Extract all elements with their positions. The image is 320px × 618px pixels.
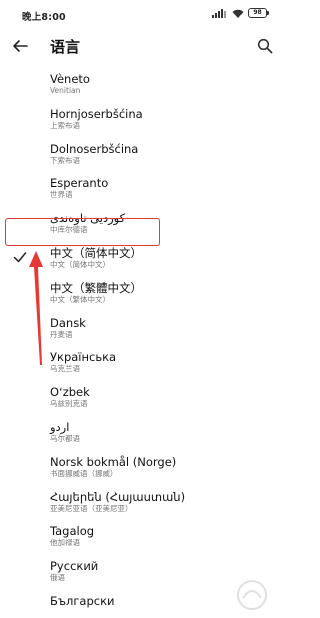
language-item[interactable]: Հայերեն (Հայաստան) 亚美尼亚语（亚美尼亚）	[0, 484, 285, 519]
battery-level: 98	[253, 9, 262, 16]
language-name: Dansk	[50, 315, 86, 330]
language-subtitle: 他加禄语	[50, 538, 80, 548]
search-button[interactable]	[253, 34, 277, 58]
language-subtitle: 乌兹别克语	[50, 399, 88, 409]
page-title: 语言	[50, 38, 81, 56]
language-subtitle: 乌尔都语	[50, 433, 80, 443]
language-subtitle: 下索布语	[50, 155, 80, 165]
language-name: Українська	[50, 350, 117, 365]
status-icons: 98	[212, 8, 269, 18]
check-icon	[13, 252, 27, 263]
language-subtitle: 中库尔德语	[50, 225, 88, 235]
language-subtitle: 上索布语	[50, 120, 80, 130]
language-subtitle: Venitian	[50, 86, 81, 95]
language-subtitle: 丹麦语	[50, 329, 73, 339]
language-name: اردو	[50, 419, 70, 434]
language-subtitle: 乌克兰语	[50, 364, 80, 374]
language-name: Esperanto	[50, 176, 109, 191]
app-bar: 语言	[0, 28, 285, 64]
arrow-left-icon	[13, 40, 28, 52]
language-subtitle: 世界语	[50, 190, 73, 200]
language-item[interactable]: Русский 俄语	[0, 553, 285, 588]
language-name: Dolnoserbšćina	[50, 141, 139, 156]
language-name: Հայերեն (Հայաստան)	[50, 489, 186, 504]
language-name: 中文（简体中文）	[50, 245, 142, 260]
language-name: 中文（繁體中文）	[50, 280, 142, 295]
language-subtitle: 中文（简体中文）	[50, 259, 110, 269]
language-item-selected[interactable]: 中文（简体中文） 中文（简体中文）	[0, 240, 285, 275]
language-item[interactable]: Dansk 丹麦语	[0, 310, 285, 345]
search-icon	[257, 38, 273, 54]
language-item[interactable]: Українська 乌克兰语	[0, 344, 285, 379]
language-item[interactable]: Tagalog 他加禄语	[0, 518, 285, 553]
language-name: Oʻzbek	[50, 385, 90, 400]
language-name: Vèneto	[50, 72, 90, 86]
language-item[interactable]: کوردیی ناوەندی 中库尔德语	[0, 205, 285, 240]
battery-icon: 98	[248, 8, 269, 18]
language-name: Български	[50, 593, 115, 608]
language-name: Hornjoserbšćina	[50, 106, 143, 121]
language-name: Norsk bokmål (Norge)	[50, 454, 177, 469]
language-item[interactable]: Oʻzbek 乌兹别克语	[0, 379, 285, 414]
wifi-icon	[232, 9, 244, 18]
language-subtitle: 亚美尼亚语（亚美尼亚）	[50, 503, 133, 513]
signal-icon	[212, 8, 226, 18]
language-item[interactable]: Esperanto 世界语	[0, 170, 285, 205]
status-bar: 晚上8:00 98	[0, 0, 285, 28]
language-item[interactable]: Hornjoserbšćina 上索布语	[0, 101, 285, 136]
language-item[interactable]: Vèneto Venitian	[0, 66, 285, 101]
language-subtitle: 俄语	[50, 573, 65, 583]
language-item[interactable]: Dolnoserbšćina 下索布语	[0, 136, 285, 171]
language-list: Vèneto Venitian Hornjoserbšćina 上索布语 Dol…	[0, 66, 285, 618]
status-time: 晚上8:00	[22, 12, 66, 23]
language-item[interactable]: Norsk bokmål (Norge) 书面挪威语（挪威）	[0, 449, 285, 484]
language-item[interactable]: 中文（繁體中文） 中文（繁体中文）	[0, 275, 285, 310]
language-name: Tagalog	[50, 524, 95, 539]
language-item[interactable]: Български	[0, 588, 285, 618]
language-item[interactable]: اردو 乌尔都语	[0, 414, 285, 449]
language-subtitle: 中文（繁体中文）	[50, 294, 110, 304]
language-subtitle: 书面挪威语（挪威）	[50, 468, 118, 478]
language-name: کوردیی ناوەندی	[50, 211, 126, 226]
language-name: Русский	[50, 559, 99, 574]
language-settings-screen: 晚上8:00 98 语言 Vèneto Venitian Hornjoserbš…	[0, 0, 285, 618]
back-button[interactable]	[8, 34, 32, 58]
